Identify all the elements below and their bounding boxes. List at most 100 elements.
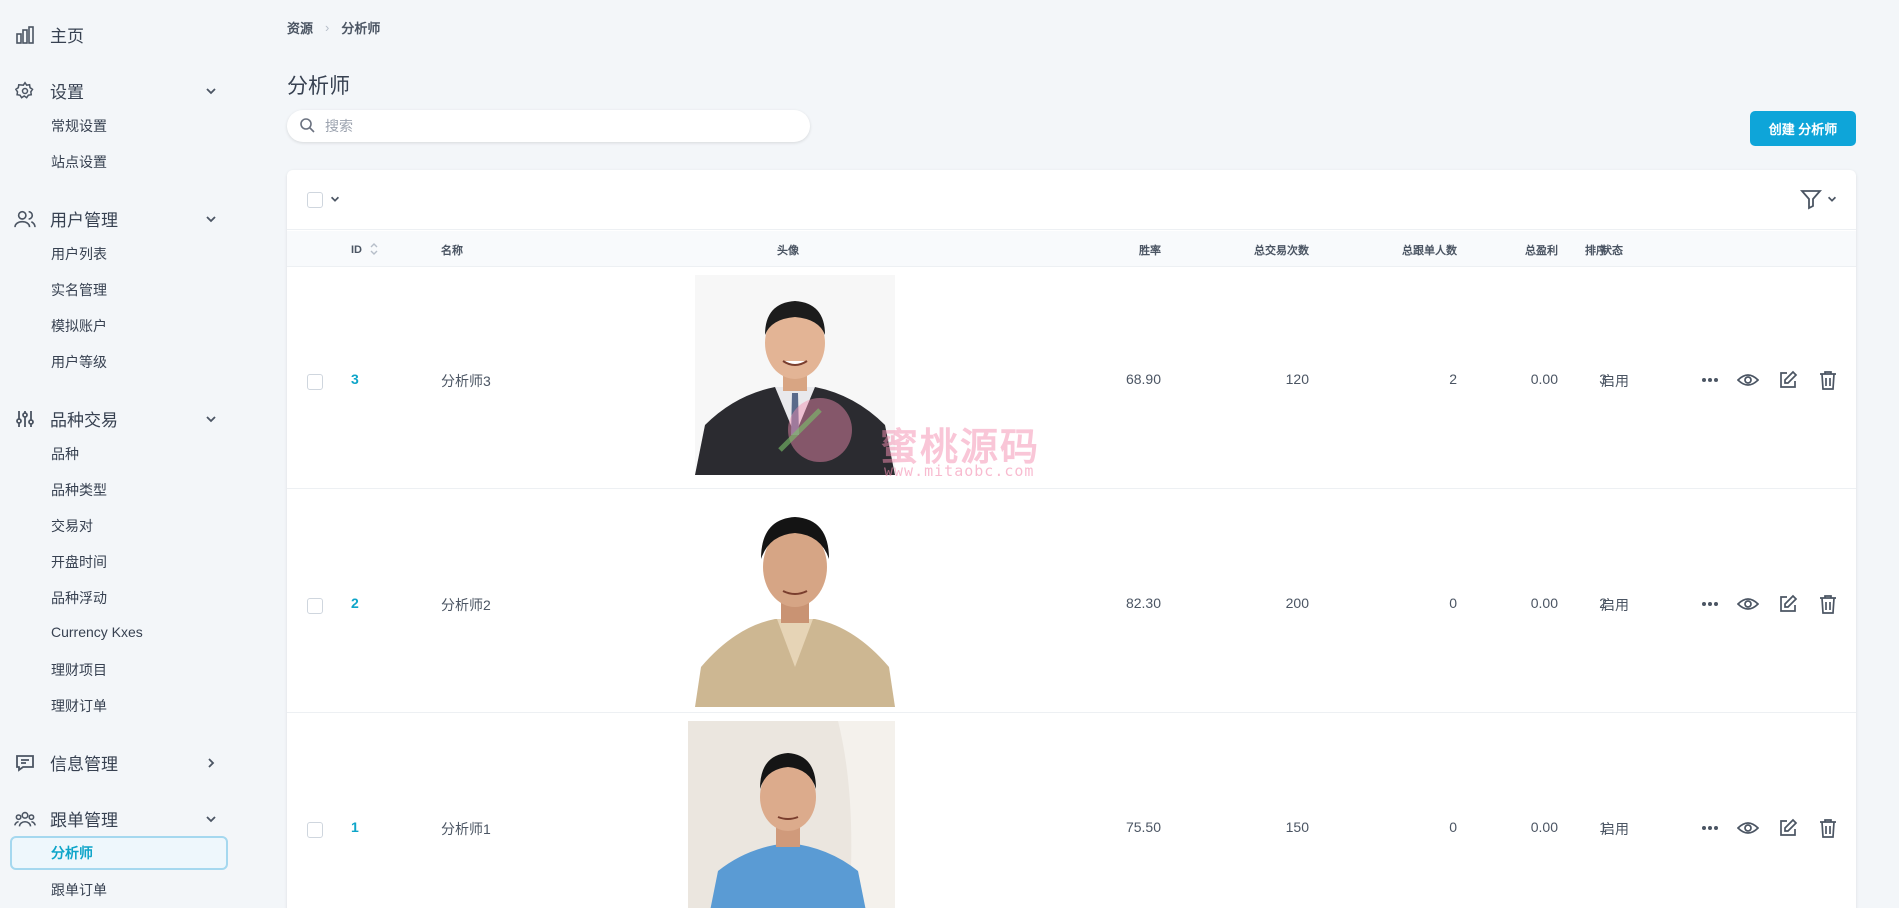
sidebar-group-trading[interactable]: 品种交易 [14,406,220,431]
table-header: ID 名称 头像 胜率 总交易次数 总跟单人数 总盈利 排序 状态 [287,231,1856,267]
row-checkbox[interactable] [307,374,323,390]
column-header-status: 状态 [1601,245,1623,257]
row-followers: 2 [1449,371,1457,387]
sidebar-item-currency-kxes[interactable]: Currency Kxes [51,624,143,640]
search-box[interactable] [287,110,810,142]
sidebar-item-copy-orders[interactable]: 跟单订单 [51,880,107,900]
gear-icon [14,80,36,102]
column-header-id[interactable]: ID [351,242,379,256]
view-icon[interactable] [1737,817,1759,839]
more-actions-icon[interactable] [1699,369,1721,391]
chevron-right-icon: › [325,20,330,35]
create-analyst-button[interactable]: 创建 分析师 [1750,111,1856,146]
breadcrumb-root[interactable]: 资源 [287,18,313,37]
row-winrate: 75.50 [1125,819,1161,835]
sidebar-group-label: 用户管理 [50,211,118,230]
sidebar-item-demo-accounts[interactable]: 模拟账户 [51,316,107,336]
column-header-trades: 总交易次数 [1254,245,1309,257]
sidebar-item-open-times[interactable]: 开盘时间 [51,552,107,572]
chart-bar-icon [14,24,36,46]
chevron-right-icon [204,755,220,771]
row-status: 启用 [1601,597,1629,613]
edit-icon[interactable] [1777,817,1799,839]
delete-icon[interactable] [1817,593,1839,615]
sidebar-group-label: 设置 [50,83,84,102]
select-all-checkbox[interactable] [307,192,323,208]
row-name: 分析师2 [441,597,491,613]
sidebar-item-label: 主页 [50,27,84,46]
breadcrumb-current: 分析师 [341,21,381,36]
sidebar-group-messages[interactable]: 信息管理 [14,750,220,775]
sidebar-item-realname[interactable]: 实名管理 [51,280,107,300]
users-icon [14,208,36,230]
filter-button[interactable] [1800,188,1838,210]
column-header-name: 名称 [441,245,463,257]
view-icon[interactable] [1737,593,1759,615]
search-icon [299,117,315,136]
breadcrumb: 资源 › 分析师 [287,18,380,37]
sidebar-group-users[interactable]: 用户管理 [14,206,220,231]
sidebar-item-pairs[interactable]: 交易对 [51,516,93,536]
sidebar-item-user-list[interactable]: 用户列表 [51,244,107,264]
column-header-profit: 总盈利 [1525,245,1558,257]
edit-icon[interactable] [1777,593,1799,615]
row-status: 启用 [1601,821,1629,837]
sidebar-item-analysts[interactable]: 分析师 [10,836,228,870]
row-id-link[interactable]: 1 [351,819,359,835]
avatar [688,721,895,908]
sidebar-group-copy-trading[interactable]: 跟单管理 [14,806,220,831]
message-icon [14,752,36,774]
table-row: 1 分析师1 75.50 150 0 0.00 1 启用 [287,713,1856,908]
sidebar-item-general-settings[interactable]: 常规设置 [51,116,107,136]
sidebar-item-user-levels[interactable]: 用户等级 [51,352,107,372]
edit-icon[interactable] [1777,369,1799,391]
sidebar-item-wealth-projects[interactable]: 理财项目 [51,660,107,680]
row-id-link[interactable]: 2 [351,595,359,611]
search-input[interactable] [325,118,765,134]
sort-icon [370,243,378,255]
delete-icon[interactable] [1817,817,1839,839]
sidebar-group-settings[interactable]: 设置 [14,78,220,103]
view-icon[interactable] [1737,369,1759,391]
table-row: 3 分析师3 68.90 120 2 0.00 3 启用 [287,267,1856,489]
more-actions-icon[interactable] [1699,593,1721,615]
row-id-link[interactable]: 3 [351,371,359,387]
avatar [695,497,895,707]
sidebar-item-home[interactable]: 主页 [14,22,220,47]
sidebar-item-wealth-orders[interactable]: 理财订单 [51,696,107,716]
sliders-icon [14,408,36,430]
row-checkbox[interactable] [307,598,323,614]
sidebar-item-symbol-types[interactable]: 品种类型 [51,480,107,500]
chevron-down-icon [204,211,220,227]
row-winrate: 68.90 [1125,371,1161,387]
row-profit: 0.00 [1530,819,1558,835]
page-title: 分析师 [287,75,350,98]
sidebar-item-float[interactable]: 品种浮动 [51,588,107,608]
table-row: 2 分析师2 82.30 200 0 0.00 2 启用 [287,489,1856,713]
sidebar-item-symbols[interactable]: 品种 [51,444,79,464]
delete-icon[interactable] [1817,369,1839,391]
row-status: 启用 [1601,373,1629,389]
table-toolbar [287,170,1856,230]
chevron-down-icon [1827,196,1837,202]
chevron-down-icon[interactable] [329,192,341,208]
column-header-avatar: 头像 [777,245,799,257]
sidebar-group-label: 信息管理 [50,755,118,774]
more-actions-icon[interactable] [1699,817,1721,839]
user-group-icon [14,808,36,830]
row-name: 分析师3 [441,373,491,389]
row-followers: 0 [1449,819,1457,835]
chevron-down-icon [204,83,220,99]
chevron-down-icon [204,411,220,427]
row-winrate: 82.30 [1125,595,1161,611]
row-trades: 200 [1285,595,1309,611]
row-followers: 0 [1449,595,1457,611]
chevron-down-icon [204,811,220,827]
column-header-followers: 总跟单人数 [1402,245,1457,257]
sidebar-group-label: 品种交易 [50,411,118,430]
row-name: 分析师1 [441,821,491,837]
row-checkbox[interactable] [307,822,323,838]
sidebar: 主页 设置 常规设置 站点设置 用户管理 用户列表 实名管理 模拟账户 用户等级… [0,0,240,908]
sidebar-item-site-settings[interactable]: 站点设置 [51,152,107,172]
column-header-winrate: 胜率 [1139,245,1161,257]
